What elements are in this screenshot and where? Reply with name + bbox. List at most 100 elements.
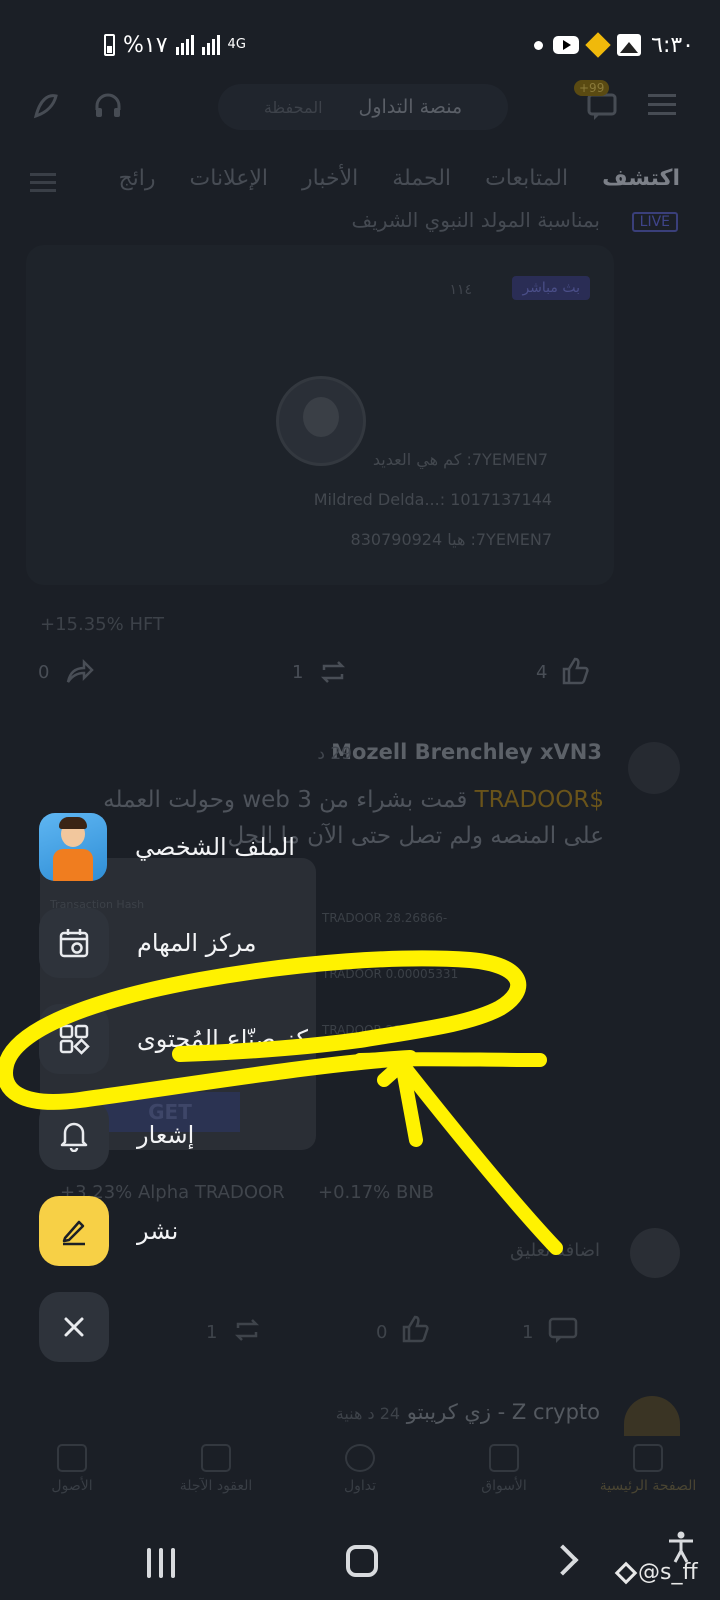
logo-icon[interactable] xyxy=(30,90,62,126)
notification-badge: +99 xyxy=(574,80,610,96)
wallet-icon xyxy=(57,1444,87,1472)
repost-icon[interactable] xyxy=(232,1316,262,1348)
menu-icon[interactable] xyxy=(648,92,676,122)
tab-following[interactable]: المتابعات xyxy=(485,166,568,191)
network-type: 4G xyxy=(227,37,246,52)
repost-count: 1 xyxy=(206,1322,218,1343)
like-count: 0 xyxy=(376,1322,388,1343)
menu-item-task-center[interactable]: مركز المهام xyxy=(39,908,256,978)
search-sub-text: المحفظة xyxy=(263,97,323,117)
signal-icon xyxy=(175,35,194,55)
tx-row: TRADOOR 28.26866- xyxy=(322,1023,448,1037)
commenter-avatar xyxy=(630,1228,680,1278)
binance-icon xyxy=(585,32,611,58)
live-tag: LIVE xyxy=(631,212,678,232)
search-bar[interactable]: منصة التداول المحفظة xyxy=(218,84,508,130)
signal-icon-2 xyxy=(201,35,220,55)
search-main-text: منصة التداول xyxy=(358,96,463,118)
home-icon xyxy=(633,1444,663,1472)
menu-item-post[interactable]: نشر xyxy=(39,1196,178,1266)
calendar-task-icon xyxy=(39,908,109,978)
nav-markets-label: الأسواق xyxy=(481,1478,527,1494)
nav-home-label: الصفحة الرئيسية xyxy=(599,1478,697,1494)
chat-message: 7YEMEN7: كم هي العديد xyxy=(372,450,548,469)
post-time: 29 د xyxy=(317,744,352,764)
tabs-more-icon[interactable] xyxy=(30,172,56,198)
tab-announcements[interactable]: الإعلانات xyxy=(190,166,268,191)
battery-icon xyxy=(104,34,115,56)
post-body-line1: قمت بشراء من web 3 وحولت العمله xyxy=(103,787,468,813)
menu-item-profile[interactable]: الملف الشخصي xyxy=(39,812,295,882)
streamer-avatar xyxy=(276,376,366,466)
home-button[interactable] xyxy=(346,1545,378,1577)
bottom-nav: الصفحة الرئيسية الأسواق تداول العقود الآ… xyxy=(0,1444,720,1524)
nav-trade-label: تداول xyxy=(343,1478,377,1494)
tab-news[interactable]: الأخبار xyxy=(302,166,358,191)
tab-campaign[interactable]: الحملة xyxy=(392,166,451,191)
trade-icon xyxy=(345,1444,375,1472)
support-headset-icon[interactable] xyxy=(92,90,124,126)
author-avatar[interactable] xyxy=(624,1396,680,1436)
menu-item-post-label: نشر xyxy=(137,1217,179,1245)
menu-item-task-center-label: مركز المهام xyxy=(137,929,257,957)
like-icon[interactable] xyxy=(560,656,590,690)
comment-input[interactable]: اضافة تعليق xyxy=(510,1240,600,1261)
futures-icon xyxy=(201,1444,231,1472)
tx-row: TRADOOR 28.26866- xyxy=(322,911,448,925)
nav-futures-label: العقود الآجلة xyxy=(179,1478,253,1494)
profile-avatar xyxy=(39,813,107,881)
ticker-hft[interactable]: +15.35% HFT xyxy=(40,614,164,635)
close-menu-button[interactable] xyxy=(39,1292,109,1362)
chat-message: Mildred Delda...: 1017137144 xyxy=(313,490,552,509)
feed-tabs: اكتشف المتابعات الحملة الأخبار الإعلانات… xyxy=(118,166,680,191)
post-ticker[interactable]: $TRADOOR xyxy=(475,787,604,813)
repost-icon[interactable] xyxy=(318,658,348,690)
close-icon xyxy=(64,1317,84,1337)
post-time: 24 د هنية xyxy=(335,1404,401,1423)
pen-icon xyxy=(39,1196,109,1266)
markets-icon xyxy=(489,1444,519,1472)
author-avatar[interactable] xyxy=(628,742,680,794)
status-bar-right: ٦:٣٠ xyxy=(534,28,694,62)
comment-icon[interactable] xyxy=(548,1316,578,1348)
menu-item-notification-label: إشعار xyxy=(137,1121,195,1149)
nav-markets[interactable]: الأسواق xyxy=(432,1444,576,1524)
tab-discover[interactable]: اكتشف xyxy=(602,166,680,191)
nav-trade[interactable]: تداول xyxy=(288,1444,432,1524)
live-title: بمناسبة المولد النبوي الشريف xyxy=(351,208,601,232)
share-icon[interactable] xyxy=(64,658,94,690)
nav-home[interactable]: الصفحة الرئيسية xyxy=(576,1444,720,1524)
post-author[interactable]: Mozell Brenchley xVN3 xyxy=(331,740,602,764)
nav-assets[interactable]: الأصول xyxy=(0,1444,144,1524)
like-count: 4 xyxy=(536,662,548,683)
watermark: @s_ff xyxy=(614,1560,698,1585)
ticker-bnb[interactable]: +0.17% BNB xyxy=(318,1182,434,1203)
viewer-count: ١١٤ xyxy=(449,282,472,298)
menu-item-creator-center-label: مركز صنّاع المُحتوى xyxy=(137,1025,335,1053)
comment-count: 0 xyxy=(38,662,50,683)
tab-trending[interactable]: رائج xyxy=(118,166,155,191)
youtube-icon xyxy=(553,36,580,54)
like-icon[interactable] xyxy=(400,1314,430,1348)
tx-row: TRADOOR 0.00005331 xyxy=(322,967,459,981)
nav-futures[interactable]: العقود الآجلة xyxy=(144,1444,288,1524)
post-author-name: Z crypto - زي كريبتو xyxy=(406,1400,600,1424)
repost-count: 1 xyxy=(292,662,304,683)
nav-assets-label: الأصول xyxy=(51,1478,93,1494)
notification-dot-icon xyxy=(534,40,544,50)
binance-outline-icon xyxy=(614,1561,638,1584)
gallery-icon xyxy=(617,34,642,56)
battery-percent: %١٧ xyxy=(123,32,168,58)
bell-icon xyxy=(39,1100,109,1170)
status-bar-left: %١٧ 4G xyxy=(104,28,246,62)
live-pill: بث مباشر xyxy=(512,276,590,300)
grid-apps-icon xyxy=(39,1004,109,1074)
menu-item-creator-center[interactable]: مركز صنّاع المُحتوى xyxy=(39,1004,334,1074)
tx-rows: TRADOOR 28.26866- TRADOOR 0.00005331 TRA… xyxy=(322,890,602,1058)
post-author[interactable]: Z crypto - زي كريبتو 24 د هنية xyxy=(336,1400,600,1424)
menu-item-profile-label: الملف الشخصي xyxy=(135,833,295,861)
menu-item-notification[interactable]: إشعار xyxy=(39,1100,194,1170)
chat-message: 7YEMEN7: هيا 830790924 xyxy=(350,530,552,549)
watermark-text: @s_ff xyxy=(638,1560,698,1585)
recents-button[interactable] xyxy=(147,1548,175,1578)
